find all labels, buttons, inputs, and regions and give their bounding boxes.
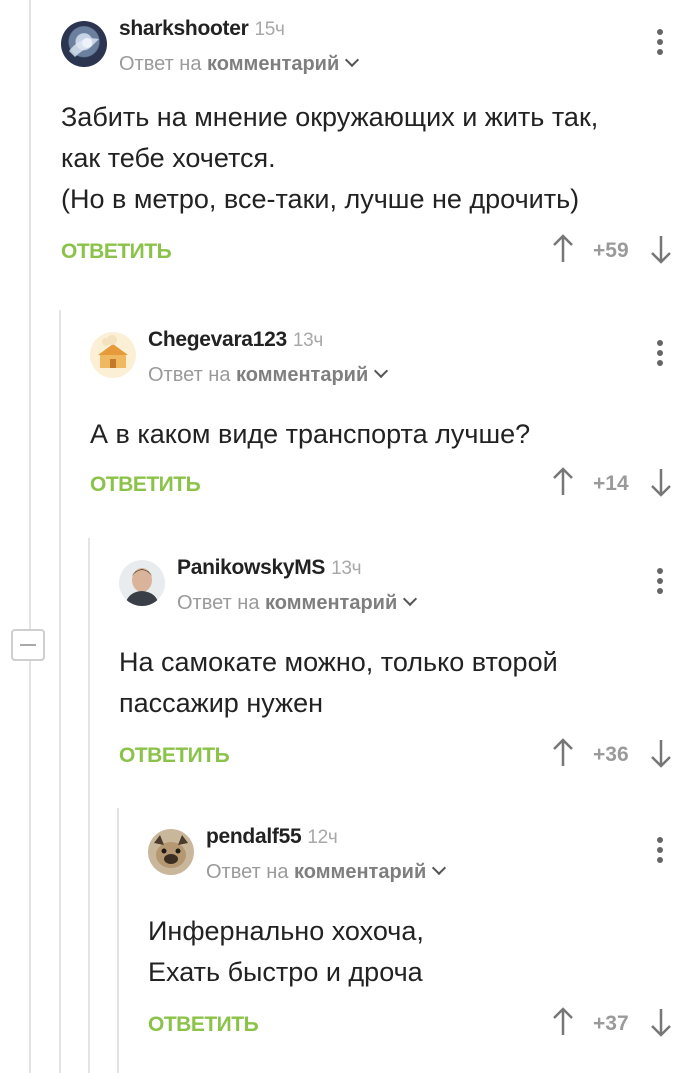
chevron-down-icon[interactable] (374, 363, 389, 379)
comment: Chegevara123 13ч Ответ на комментарий А в… (90, 328, 681, 511)
comment-header: sharkshooter 15ч Ответ на комментарий (61, 17, 681, 97)
arrow-up-icon[interactable] (551, 467, 575, 497)
chevron-down-icon[interactable] (432, 860, 447, 876)
reply-to-link[interactable]: Ответ на комментарий (177, 591, 418, 615)
avatar[interactable] (148, 829, 194, 875)
username[interactable]: PanikowskyMS (177, 556, 325, 579)
comment-text-line: (Но в метро, все-таки, лучше не дрочить) (61, 184, 580, 214)
comment-time: 13ч (292, 330, 323, 351)
username[interactable]: pendalf55 (206, 825, 302, 848)
arrow-up-icon[interactable] (551, 1007, 575, 1037)
reply-to-link[interactable]: Ответ на комментарий (119, 52, 360, 76)
comment-author[interactable]: PanikowskyMS 13ч (177, 556, 362, 580)
comment-time: 13ч (331, 558, 362, 579)
thread-line-level-1 (29, 0, 31, 1073)
reply-prefix: Ответ на (177, 592, 260, 614)
comment-body: Инфернально хохоча, Ехать быстро и дроча (148, 911, 681, 993)
comment-header: pendalf55 12ч Ответ на комментарий (148, 825, 681, 905)
comment-author[interactable]: Chegevara123 13ч (148, 328, 323, 352)
reply-prefix: Ответ на (148, 364, 231, 386)
avatar[interactable] (61, 21, 107, 67)
comment-text-line: А в каком виде транспорта лучше? (90, 419, 531, 449)
avatar-image (154, 835, 188, 868)
avatar-image (125, 568, 159, 606)
reply-to-link[interactable]: Ответ на комментарий (148, 363, 389, 387)
comment-rating: +37 (593, 1012, 629, 1035)
avatar[interactable] (119, 560, 165, 606)
comment-actions: ОТВЕТИТЬ +59 (61, 234, 681, 278)
thread-line-level-4 (117, 808, 119, 1073)
kebab-menu-icon[interactable] (657, 29, 663, 57)
avatar[interactable] (90, 332, 136, 378)
reply-button[interactable]: ОТВЕТИТЬ (148, 1013, 259, 1037)
arrow-down-icon[interactable] (649, 1007, 673, 1037)
comment-text-line: На самокате можно, только второй (119, 647, 558, 677)
comment-header: PanikowskyMS 13ч Ответ на комментарий (119, 556, 681, 636)
kebab-menu-icon[interactable] (657, 340, 663, 368)
thread-line-level-2 (59, 310, 61, 1073)
avatar-image (69, 38, 99, 57)
comment: PanikowskyMS 13ч Ответ на комментарий На … (119, 556, 681, 782)
comment-text-line: Забить на мнение окружающих и жить так, (61, 102, 599, 132)
comment-rating: +14 (593, 472, 629, 495)
comment-rating: +59 (593, 239, 629, 262)
comment: pendalf55 12ч Ответ на комментарий Инферн… (148, 825, 681, 1051)
arrow-up-icon[interactable] (551, 738, 575, 768)
arrow-down-icon[interactable] (649, 467, 673, 497)
reply-target[interactable]: комментарий (207, 53, 339, 75)
arrow-down-icon[interactable] (649, 234, 673, 264)
comment-body: А в каком виде транспорта лучше? (90, 414, 681, 455)
comment-body: Забить на мнение окружающих и жить так, … (61, 97, 681, 220)
comment-body: На самокате можно, только второй пассажи… (119, 642, 681, 724)
reply-button[interactable]: ОТВЕТИТЬ (90, 473, 201, 497)
collapse-thread-button[interactable] (11, 629, 45, 661)
chevron-down-icon[interactable] (403, 591, 418, 607)
reply-button[interactable]: ОТВЕТИТЬ (119, 744, 230, 768)
comment-rating: +36 (593, 743, 629, 766)
comment-text-line: Инфернально хохоча, (148, 916, 424, 946)
comment-time: 15ч (254, 19, 285, 40)
comment-actions: ОТВЕТИТЬ +14 (90, 467, 681, 511)
comment-actions: ОТВЕТИТЬ +36 (119, 738, 681, 782)
reply-prefix: Ответ на (206, 861, 289, 883)
reply-target[interactable]: комментарий (265, 592, 397, 614)
username[interactable]: sharkshooter (119, 17, 249, 40)
kebab-menu-icon[interactable] (657, 568, 663, 596)
comment-author[interactable]: pendalf55 12ч (206, 825, 338, 849)
comment-actions: ОТВЕТИТЬ +37 (148, 1007, 681, 1051)
reply-to-link[interactable]: Ответ на комментарий (206, 860, 447, 884)
reply-target[interactable]: комментарий (236, 364, 368, 386)
chevron-down-icon[interactable] (345, 52, 360, 68)
reply-button[interactable]: ОТВЕТИТЬ (61, 240, 172, 264)
comment-header: Chegevara123 13ч Ответ на комментарий (90, 328, 681, 408)
comment-text-line: пассажир нужен (119, 688, 324, 718)
kebab-menu-icon[interactable] (657, 837, 663, 865)
avatar-image (98, 335, 128, 368)
comment-text-line: как тебе хочется. (61, 143, 276, 173)
arrow-down-icon[interactable] (649, 738, 673, 768)
arrow-up-icon[interactable] (551, 234, 575, 264)
username[interactable]: Chegevara123 (148, 328, 287, 351)
reply-target[interactable]: комментарий (294, 861, 426, 883)
thread-line-level-3 (88, 538, 90, 1073)
reply-prefix: Ответ на (119, 53, 202, 75)
comment: sharkshooter 15ч Ответ на комментарий Заб… (61, 17, 681, 278)
minus-icon (20, 644, 36, 646)
comment-text-line: Ехать быстро и дроча (148, 957, 423, 987)
comment-author[interactable]: sharkshooter 15ч (119, 17, 285, 41)
comment-time: 12ч (307, 827, 338, 848)
